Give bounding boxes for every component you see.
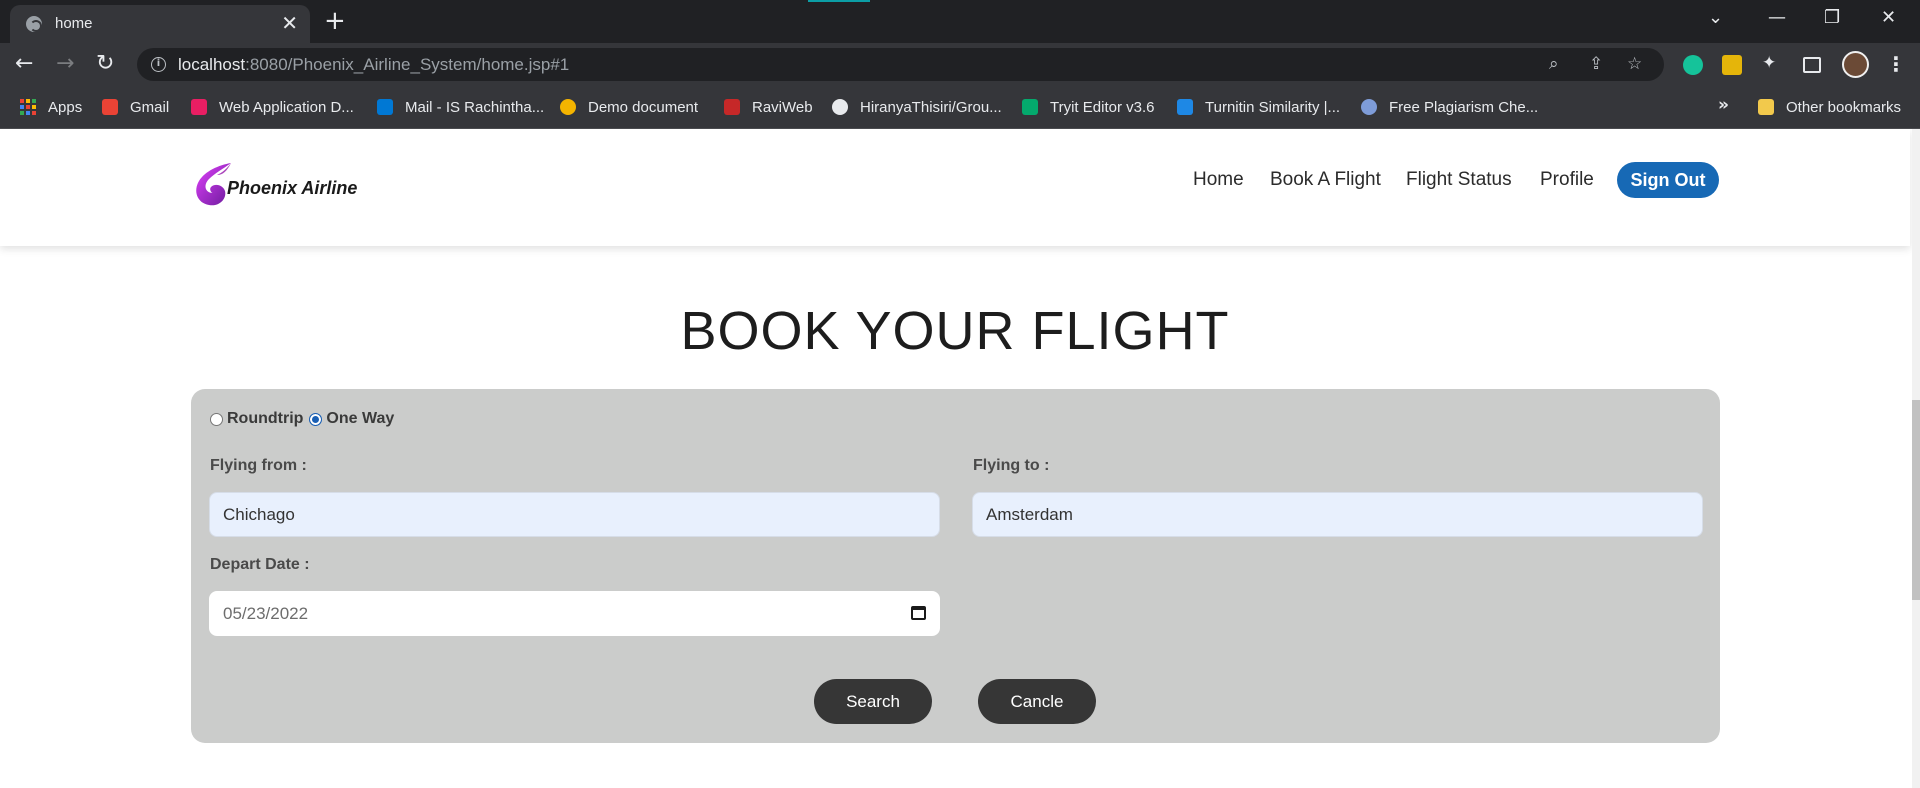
raviweb-icon [724, 99, 740, 115]
nav-flight-status[interactable]: Flight Status [1406, 169, 1512, 191]
tab-title: home [55, 15, 93, 32]
site-info-icon[interactable]: i [151, 57, 166, 72]
browser-menu-icon[interactable]: ⋮ [1886, 52, 1906, 76]
roundtrip-radio[interactable] [210, 412, 223, 426]
turnitin-icon [1177, 99, 1193, 115]
restore-icon[interactable]: ❐ [1824, 7, 1840, 28]
roundtrip-label[interactable]: Roundtrip [227, 410, 303, 428]
bookmarks-bar: Apps Gmail Web Application D... Mail - I… [0, 86, 1920, 129]
browser-tab[interactable]: home ✕ [10, 5, 310, 43]
bookmark-tryit-editor[interactable]: Tryit Editor v3.6 [1022, 97, 1154, 117]
page-viewport: Phoenix Airline Home Book A Flight Fligh… [0, 129, 1920, 788]
minimize-icon[interactable]: — [1768, 7, 1786, 28]
side-panel-icon[interactable] [1803, 57, 1821, 73]
close-tab-icon[interactable]: ✕ [281, 12, 298, 34]
nav-book-a-flight[interactable]: Book A Flight [1270, 169, 1381, 191]
web-app-icon [191, 99, 207, 115]
zoom-icon[interactable]: ⌕ [1549, 54, 1559, 74]
flying-from-input[interactable]: Chichago [209, 492, 940, 537]
one-way-label[interactable]: One Way [326, 410, 394, 428]
flying-from-label: Flying from : [210, 457, 307, 474]
bookmark-demo-document[interactable]: Demo document [560, 97, 698, 117]
grammarly-extension-icon[interactable] [1683, 55, 1703, 75]
gmail-icon [102, 99, 118, 115]
one-way-radio[interactable] [309, 412, 323, 426]
page-title: BOOK YOUR FLIGHT [680, 301, 1230, 361]
reload-icon[interactable]: ↻ [96, 52, 114, 76]
w3schools-icon [1022, 99, 1038, 115]
depart-date-value: 05/23/2022 [223, 604, 309, 623]
close-window-icon[interactable]: ✕ [1881, 7, 1896, 28]
browser-tab-strip: home ✕ + ⌄ — ❐ ✕ [0, 0, 1920, 43]
tab-strip-accent [808, 0, 870, 2]
url-text[interactable]: localhost:8080/Phoenix_Airline_System/ho… [178, 55, 569, 75]
bookmark-turnitin[interactable]: Turnitin Similarity |... [1177, 97, 1340, 117]
bookmark-star-icon[interactable]: ☆ [1627, 54, 1642, 74]
outlook-icon [377, 99, 393, 115]
share-icon[interactable]: ⇪ [1589, 54, 1603, 74]
folder-icon [1758, 99, 1774, 115]
logo-text: Phoenix Airline [227, 177, 358, 198]
extension-icon[interactable] [1722, 55, 1742, 75]
profile-avatar[interactable] [1842, 51, 1869, 78]
plagiarism-checker-icon [1361, 99, 1377, 115]
scrollbar-thumb[interactable] [1912, 400, 1920, 600]
bookmark-mail[interactable]: Mail - IS Rachintha... [377, 97, 544, 117]
forward-icon[interactable]: → [56, 52, 74, 76]
page-scrollbar[interactable] [1912, 129, 1920, 788]
depart-date-input[interactable]: 05/23/2022 [209, 591, 940, 636]
site-header: Phoenix Airline Home Book A Flight Fligh… [0, 129, 1910, 246]
phoenix-logo-icon [196, 163, 231, 206]
flying-to-label: Flying to : [973, 457, 1050, 474]
flying-to-input[interactable]: Amsterdam [972, 492, 1703, 537]
bookmark-raviweb[interactable]: RaviWeb [724, 97, 813, 117]
back-icon[interactable]: ← [15, 52, 33, 76]
site-logo[interactable]: Phoenix Airline [191, 159, 357, 209]
nav-home[interactable]: Home [1193, 169, 1244, 191]
puzzle-extensions-icon[interactable]: ✦ [1762, 53, 1776, 73]
bookmark-apps[interactable]: Apps [20, 97, 82, 117]
bookmark-gmail[interactable]: Gmail [102, 97, 169, 117]
new-tab-button[interactable]: + [324, 8, 346, 34]
bookmark-plagiarism[interactable]: Free Plagiarism Che... [1361, 97, 1538, 117]
nav-profile[interactable]: Profile [1540, 169, 1594, 191]
trip-type-group: Roundtrip One Way [210, 410, 400, 428]
other-bookmarks[interactable]: Other bookmarks [1758, 97, 1901, 117]
booking-form: Roundtrip One Way Flying from : Chichago… [191, 389, 1720, 743]
calendar-icon[interactable] [911, 606, 926, 620]
demo-document-icon [560, 99, 576, 115]
github-icon [832, 99, 848, 115]
address-bar[interactable]: i localhost:8080/Phoenix_Airline_System/… [137, 48, 1664, 81]
bookmark-github[interactable]: HiranyaThisiri/Grou... [832, 97, 1002, 117]
apps-grid-icon [20, 99, 36, 115]
sign-out-button[interactable]: Sign Out [1617, 162, 1719, 198]
search-button[interactable]: Search [814, 679, 932, 724]
cancel-button[interactable]: Cancle [978, 679, 1096, 724]
bookmark-web-application[interactable]: Web Application D... [191, 97, 354, 117]
more-bookmarks-button[interactable]: » [1718, 95, 1729, 115]
tab-search-icon[interactable]: ⌄ [1708, 7, 1723, 28]
globe-icon [26, 16, 42, 32]
browser-toolbar: ← → ↻ i localhost:8080/Phoenix_Airline_S… [0, 43, 1920, 86]
depart-date-label: Depart Date : [210, 556, 310, 573]
